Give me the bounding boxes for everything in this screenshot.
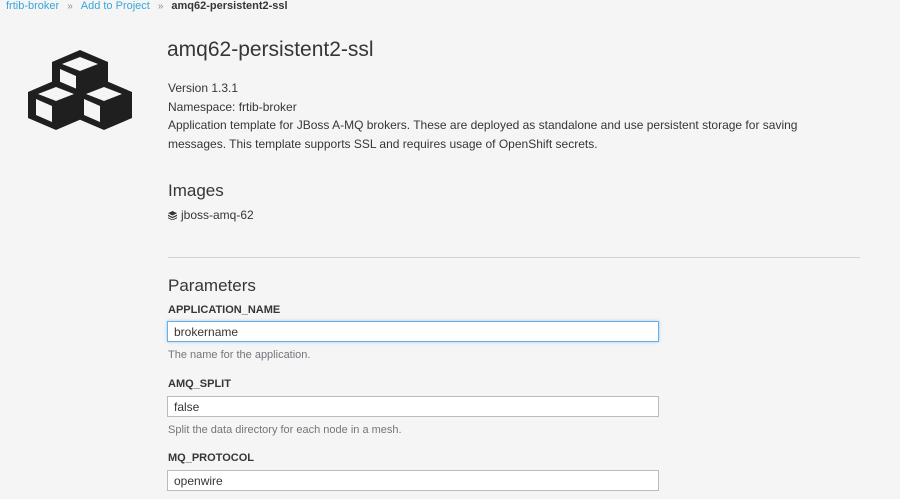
parameters-heading: Parameters xyxy=(168,276,256,295)
image-name: jboss-amq-62 xyxy=(181,208,254,222)
param-label-application-name: APPLICATION_NAME xyxy=(168,304,281,316)
param-help-amq-split: Split the data directory for each node i… xyxy=(168,424,402,436)
breadcrumb-link-add-to-project[interactable]: Add to Project xyxy=(81,0,150,12)
param-help-application-name: The name for the application. xyxy=(168,349,311,361)
template-namespace: Namespace: frtib-broker xyxy=(168,99,297,114)
breadcrumb-separator: » xyxy=(67,1,73,12)
application-name-input[interactable] xyxy=(167,321,659,342)
stack-icon xyxy=(168,210,177,220)
breadcrumb: frtib-broker » Add to Project » amq62-persis… xyxy=(6,0,288,14)
images-heading: Images xyxy=(168,181,224,200)
mq-protocol-input[interactable] xyxy=(167,470,659,491)
template-version: Version 1.3.1 xyxy=(168,81,239,95)
template-metadata: Version 1.3.1 Namespace: frtib-broker Ap… xyxy=(168,79,858,153)
amq-split-input[interactable] xyxy=(167,396,659,417)
template-description: Application template for JBoss A-MQ brok… xyxy=(168,118,798,151)
image-item: jboss-amq-62 xyxy=(168,208,254,222)
breadcrumb-separator: » xyxy=(157,1,164,12)
breadcrumb-current: amq62-persistent2-ssl xyxy=(171,0,288,12)
section-divider xyxy=(168,257,860,258)
param-label-mq-protocol: MQ_PROTOCOL xyxy=(168,452,254,464)
param-label-amq-split: AMQ_SPLIT xyxy=(168,378,231,390)
cubes-icon xyxy=(28,50,132,130)
page-title: amq62-persistent2-ssl xyxy=(167,38,374,61)
breadcrumb-link-project[interactable]: frtib-broker xyxy=(6,0,59,12)
